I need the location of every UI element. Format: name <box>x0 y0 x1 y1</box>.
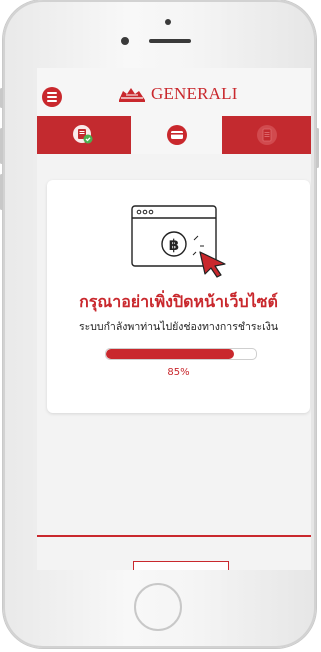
brand-name: GENERALI <box>151 84 238 103</box>
home-button[interactable] <box>134 583 182 631</box>
progress-steps <box>37 116 311 154</box>
progress-percent: 85% <box>167 367 190 378</box>
redirect-status-card: ฿ กรุณาอย่าเพิ่งปิดหน้าเว็บไซต์ ระบบกำลั… <box>47 180 310 413</box>
redirect-subtitle: ระบบกำลังพาท่านไปยังช่องทางการชำระเงิน <box>78 321 279 333</box>
front-camera <box>121 37 129 45</box>
volume-down-button <box>0 174 3 210</box>
generali-logo[interactable]: GENERALI <box>117 82 238 106</box>
browser-baht-cursor-icon: ฿ <box>131 205 226 278</box>
generali-lion-icon <box>119 88 145 102</box>
hamburger-menu-icon[interactable] <box>42 87 62 107</box>
footer-divider <box>37 535 311 537</box>
earpiece-speaker <box>149 39 191 43</box>
progress-fill <box>106 349 234 359</box>
footer-button[interactable] <box>133 561 229 570</box>
redirect-progress-bar <box>105 348 257 360</box>
mute-switch <box>0 88 3 108</box>
step-payment <box>131 116 222 154</box>
document-check-icon <box>72 125 92 144</box>
step-receipt <box>222 116 311 154</box>
front-sensor <box>165 19 171 25</box>
receipt-icon <box>256 125 277 145</box>
phone-frame: GENERALI ฿ กรุณาอย่าเพิ่งปิดหน้าเว็บไซต์… <box>0 0 319 648</box>
payment-card-icon <box>166 125 187 145</box>
step-document <box>37 116 128 154</box>
app-header: GENERALI <box>37 68 311 116</box>
svg-text:฿: ฿ <box>169 236 179 254</box>
power-button <box>316 128 319 168</box>
app-screen: GENERALI ฿ กรุณาอย่าเพิ่งปิดหน้าเว็บไซต์… <box>37 68 311 570</box>
volume-up-button <box>0 128 3 164</box>
do-not-close-title: กรุณาอย่าเพิ่งปิดหน้าเว็บไซต์ <box>79 292 278 311</box>
